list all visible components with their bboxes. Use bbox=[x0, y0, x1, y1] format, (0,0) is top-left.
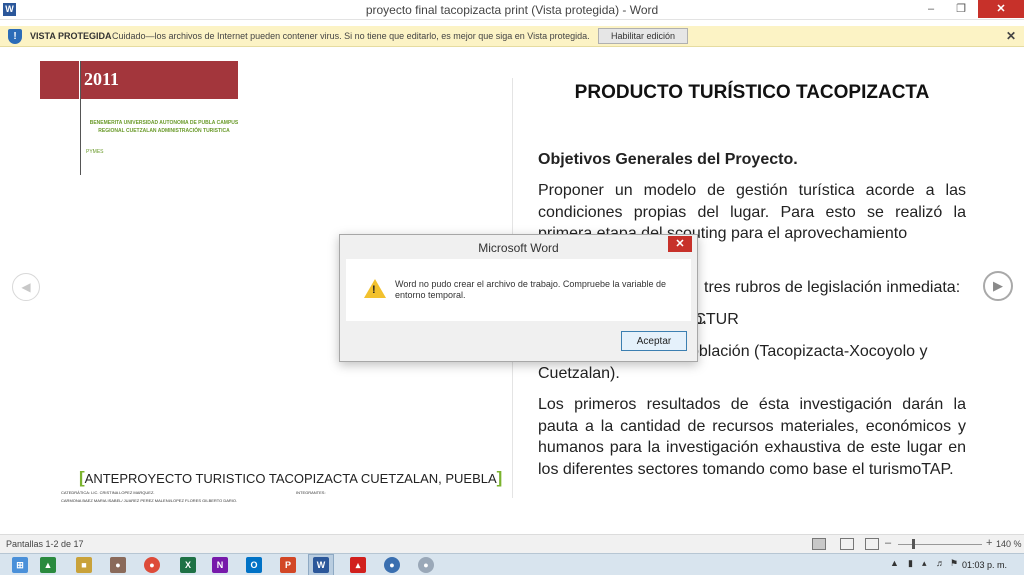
web-layout-icon[interactable] bbox=[865, 538, 879, 550]
cover-year-box: 2011 bbox=[40, 61, 238, 99]
error-dialog: Microsoft Word ✕ ! Word no pudo crear el… bbox=[339, 234, 698, 362]
objectives-heading: Objetivos Generales del Proyecto. bbox=[538, 151, 798, 168]
zoom-in-button[interactable]: + bbox=[986, 537, 992, 549]
window-title: proyecto final tacopizacta print (Vista … bbox=[365, 3, 659, 17]
battery-icon[interactable]: ▮ bbox=[908, 558, 913, 569]
acrobat-icon[interactable]: ▴ bbox=[350, 557, 366, 573]
members-names: CARMONA BAEZ MARIA ISABEL/ JUAREZ PEREZ … bbox=[61, 498, 238, 503]
taskbar: ⊞ ▲ ■ ● ● X N O P W ▴ ● ● ▲ ▮ ▴ ♬ ⚑ 01:0… bbox=[0, 553, 1024, 575]
project-title: [ANTEPROYECTO TURISTICO TACOPIZACTA CUET… bbox=[79, 468, 502, 488]
dialog-body: ! Word no pudo crear el archivo de traba… bbox=[346, 259, 691, 321]
read-mode-icon[interactable] bbox=[812, 538, 826, 550]
clock[interactable]: 01:03 p. m. bbox=[962, 560, 1007, 570]
start-icon[interactable]: ⊞ bbox=[12, 557, 28, 573]
enable-editing-button[interactable]: Habilitar edición bbox=[598, 28, 688, 44]
volume-icon[interactable]: ♬ bbox=[936, 558, 945, 568]
title-bar: W proyecto final tacopizacta print (Vist… bbox=[0, 0, 1024, 20]
accept-button[interactable]: Aceptar bbox=[621, 331, 687, 351]
visible-text-cuetzalan: Cuetzalan). bbox=[538, 365, 620, 382]
restore-button[interactable]: ❐ bbox=[946, 0, 976, 18]
zoom-out-button[interactable]: – bbox=[885, 537, 891, 549]
visible-text-poblacion: oblación (Tacopizacta-Xocoyolo y bbox=[690, 343, 928, 360]
page-title: PRODUCTO TURÍSTICO TACOPIZACTA bbox=[574, 82, 930, 103]
next-page-icon[interactable]: ▶ bbox=[983, 271, 1013, 301]
print-layout-icon[interactable] bbox=[840, 538, 854, 550]
file-explorer-icon[interactable]: ■ bbox=[76, 557, 92, 573]
window-close-button[interactable]: ✕ bbox=[978, 0, 1024, 18]
members-label: INTEGRANTES: bbox=[296, 490, 326, 495]
bracket-close: ] bbox=[496, 468, 503, 487]
zoom-slider[interactable] bbox=[898, 544, 982, 545]
warning-mark: ! bbox=[372, 284, 376, 296]
status-bar: Pantallas 1-2 de 17 – + 140 % bbox=[0, 534, 1024, 553]
teacher-line: CATEDRÁTICA: LIC. CRISTINA LOPEZ MARQUEZ… bbox=[61, 490, 155, 495]
page-count[interactable]: Pantallas 1-2 de 17 bbox=[6, 539, 84, 549]
photo-app-icon[interactable]: ● bbox=[110, 557, 126, 573]
word-taskbar-icon[interactable]: W bbox=[313, 557, 329, 573]
visible-text-rubros: tres rubros de legislación inmediata: bbox=[704, 279, 961, 296]
protected-view-message: Cuidado—los archivos de Internet pueden … bbox=[112, 31, 590, 41]
browser-icon[interactable]: ● bbox=[384, 557, 400, 573]
outlook-icon[interactable]: O bbox=[246, 557, 262, 573]
chrome-icon[interactable]: ● bbox=[144, 557, 160, 573]
tray-up-icon[interactable]: ▲ bbox=[890, 558, 899, 568]
cover-year: 2011 bbox=[84, 69, 120, 89]
protected-view-label: VISTA PROTEGIDA bbox=[30, 31, 112, 41]
protected-view-bar: ! VISTA PROTEGIDA Cuidado—los archivos d… bbox=[0, 26, 1024, 47]
cover-vertical-line bbox=[80, 61, 81, 175]
powerpoint-icon[interactable]: P bbox=[280, 557, 296, 573]
university-name: BENEMERITA UNIVERSIDAD AUTONOMA DE PUBLA… bbox=[89, 120, 239, 134]
zoom-slider-thumb[interactable] bbox=[912, 539, 916, 549]
excel-icon[interactable]: X bbox=[180, 557, 196, 573]
minimize-button[interactable]: – bbox=[916, 0, 946, 18]
dialog-title: Microsoft Word bbox=[478, 241, 559, 255]
store-icon[interactable]: ▲ bbox=[40, 557, 56, 573]
media-icon[interactable]: ● bbox=[418, 557, 434, 573]
flag-icon[interactable]: ⚑ bbox=[950, 558, 958, 569]
network-icon[interactable]: ▴ bbox=[922, 558, 927, 569]
project-title-text: ANTEPROYECTO TURISTICO TACOPIZACTA CUETZ… bbox=[84, 471, 497, 486]
previous-page-icon[interactable]: ◀ bbox=[12, 273, 40, 301]
close-protected-bar-icon[interactable]: ✕ bbox=[1006, 29, 1016, 43]
dialog-close-button[interactable]: ✕ bbox=[668, 236, 692, 252]
pymes-label: PYMES bbox=[86, 149, 104, 155]
onenote-icon[interactable]: N bbox=[212, 557, 228, 573]
zoom-level[interactable]: 140 % bbox=[996, 539, 1022, 549]
dialog-message: Word no pudo crear el archivo de trabajo… bbox=[395, 279, 666, 300]
paragraph-2: Los primeros resultados de ésta investig… bbox=[538, 396, 966, 478]
shield-icon: ! bbox=[8, 29, 22, 44]
